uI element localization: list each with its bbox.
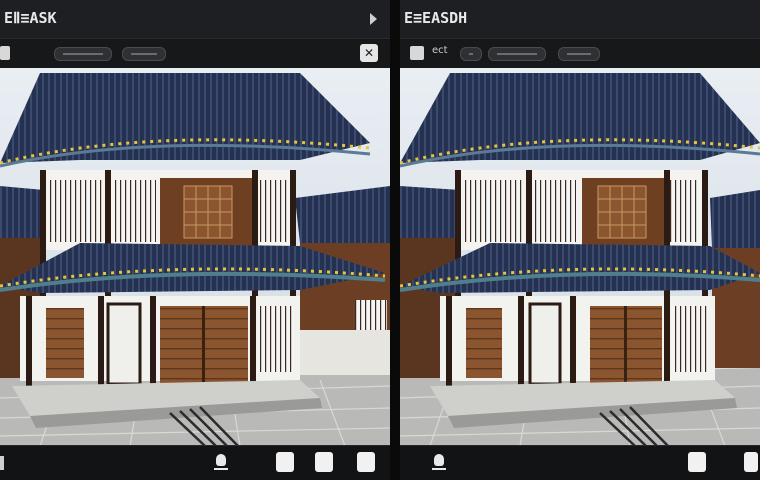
left-photo-viewport[interactable] [0, 68, 390, 446]
right-bottom-button-1[interactable] [688, 452, 706, 472]
right-photo-viewport[interactable] [400, 68, 760, 446]
left-bottom-bar [0, 445, 390, 480]
right-slider-small[interactable] [460, 47, 482, 61]
left-title-bar: EⅡ≡ASK [0, 0, 390, 39]
left-tool-square-button[interactable] [0, 46, 10, 60]
right-slider-2[interactable] [558, 47, 600, 61]
right-photo [400, 68, 760, 446]
brush-icon[interactable] [214, 454, 228, 470]
right-slider-1[interactable] [488, 47, 546, 61]
pane-divider[interactable] [390, 0, 400, 480]
left-viewer-pane: EⅡ≡ASK ✕ [0, 0, 390, 480]
right-bottom-button-2[interactable] [744, 452, 758, 472]
right-toolbar-label: ect [432, 45, 448, 56]
right-window-title: E≡EASDH [404, 9, 468, 27]
left-slider-2[interactable] [122, 47, 166, 61]
left-toolbar: ✕ [0, 40, 390, 68]
right-title-bar: E≡EASDH [400, 0, 760, 39]
left-slider-1[interactable] [54, 47, 112, 61]
right-brush-icon[interactable] [432, 454, 446, 470]
right-tool-square-button[interactable] [410, 46, 424, 60]
right-toolbar: ect [400, 40, 760, 68]
left-bottom-button-3[interactable] [357, 452, 375, 472]
right-viewer-pane: E≡EASDH ect [400, 0, 760, 480]
close-icon[interactable]: ✕ [360, 44, 378, 62]
left-window-title: EⅡ≡ASK [4, 9, 57, 27]
left-bottom-handle[interactable] [0, 456, 4, 470]
right-bottom-bar [400, 445, 760, 480]
play-icon[interactable] [370, 13, 377, 25]
left-bottom-button-2[interactable] [315, 452, 333, 472]
left-bottom-button-1[interactable] [276, 452, 294, 472]
left-photo [0, 68, 390, 446]
